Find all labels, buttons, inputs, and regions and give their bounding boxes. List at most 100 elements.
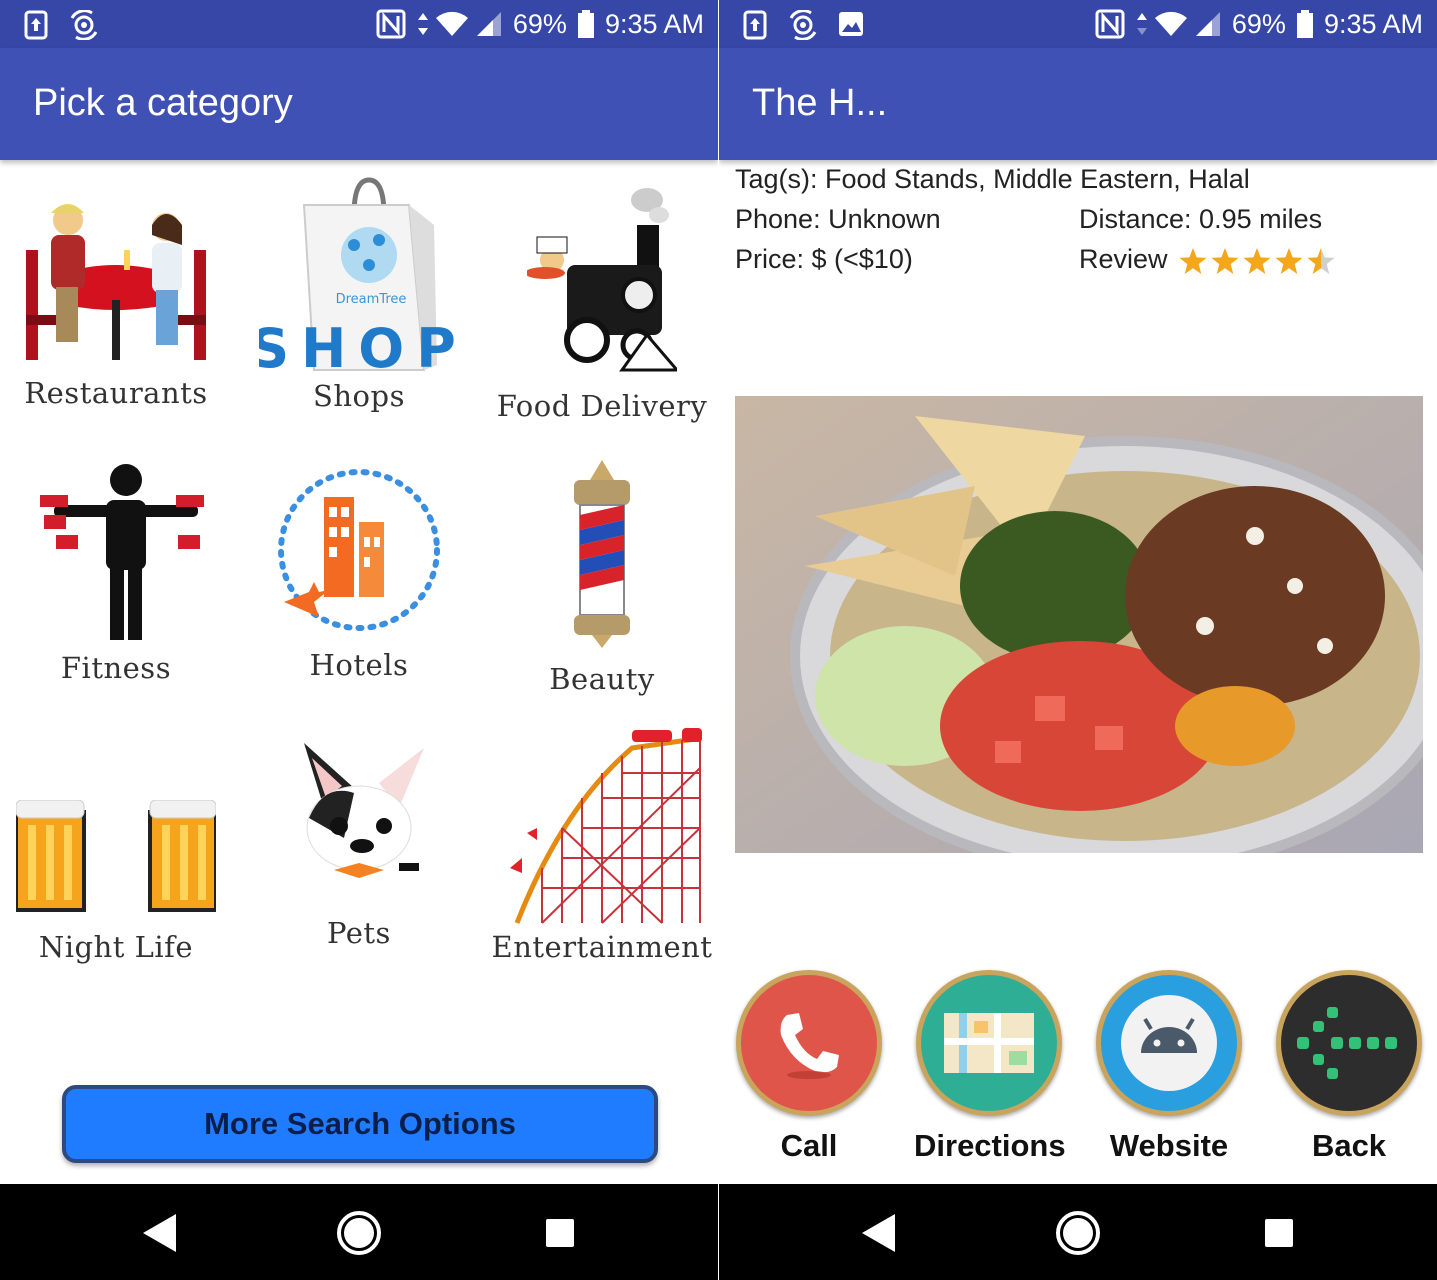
call-button[interactable]: Call [734,970,884,1164]
nfc-icon [1095,9,1125,39]
star-icon [1243,248,1271,274]
website-button[interactable]: Website [1094,970,1244,1164]
review-label: Review [1079,244,1168,274]
tags-text: Tag(s): Food Stands, Middle Eastern, Hal… [735,164,1250,194]
data-arrows-icon [417,13,428,35]
navigation-bar [719,1184,1437,1280]
directions-circle[interactable] [916,970,1062,1116]
hotel-building-icon [278,469,440,631]
wifi-icon [435,11,468,37]
android-icon [1121,995,1217,1091]
back-circle[interactable] [1276,970,1422,1116]
category-label: Fitness [60,651,172,685]
app-bar: The H... [719,48,1437,160]
screen-mirror-icon [743,10,767,40]
website-circle[interactable] [1096,970,1242,1116]
svg-text:DreamTree: DreamTree [336,292,407,307]
barber-pole-icon [574,460,630,648]
back-button[interactable]: Back [1274,970,1424,1164]
category-pets[interactable]: Pets [244,738,474,950]
home-nav-button[interactable] [1053,1208,1103,1258]
page-title: The H... [752,82,888,124]
category-label: Hotels [309,648,409,682]
recents-square-icon [546,1219,574,1247]
map-icon [944,1013,1034,1073]
battery-icon [577,10,594,38]
sync-settings-icon [70,10,98,40]
shopping-bag-icon: DreamTree SHOP [259,177,459,375]
status-bar: 69% 9:35 AM [719,0,1437,48]
clock: 9:35 AM [1323,8,1423,39]
food-bowl-image [735,396,1423,853]
star-icon [1179,248,1207,274]
category-label: Entertainment [491,930,713,964]
category-shops[interactable]: DreamTree SHOP Shops [244,175,474,413]
category-screen: 69% 9:35 AM Pick a category Restaurants [0,0,718,1280]
category-fitness[interactable]: Fitness [1,460,231,685]
phone-text: Phone: Unknown [735,204,941,234]
screen-mirror-icon [24,10,48,40]
action-label: Directions [914,1128,1066,1163]
restaurant-couple-icon [26,204,206,360]
navigation-bar [0,1184,718,1280]
clock: 9:35 AM [604,8,704,39]
price-text: Price: $ (<$10) [735,244,913,274]
back-arrow-icon [1297,1007,1397,1079]
cell-signal-icon [1195,12,1220,36]
category-entertainment[interactable]: Entertainment [487,728,717,964]
home-nav-button[interactable] [334,1208,384,1258]
beer-mugs-icon [16,800,216,912]
directions-button[interactable]: Directions [914,970,1066,1164]
category-label: Night Life [38,930,194,964]
business-photo [735,396,1423,853]
category-label: Shops [313,379,405,413]
page-title: Pick a category [33,82,293,124]
star-icon [1275,248,1303,274]
battery-percent: 69% [512,8,567,39]
category-label: Pets [327,916,391,950]
action-label: Website [1109,1128,1229,1163]
battery-percent: 69% [1231,8,1286,39]
weightlifter-icon [40,464,204,640]
wifi-icon [1154,11,1187,37]
image-icon [839,12,863,36]
app-bar: Pick a category [0,48,718,160]
category-food-delivery[interactable]: Food Delivery [487,185,717,423]
rating-stars [1178,247,1336,275]
recents-nav-button[interactable] [1254,1208,1304,1258]
back-triangle-icon [862,1214,895,1252]
train-delivery-icon [527,188,677,372]
nfc-icon [376,9,406,39]
action-label: Back [1311,1128,1387,1163]
battery-icon [1296,10,1313,38]
dog-icon [304,743,424,878]
status-bar: 69% 9:35 AM [0,0,718,48]
sync-settings-icon [789,10,817,40]
home-circle-icon [1056,1211,1100,1255]
phone-icon [780,1013,839,1079]
category-night-life[interactable]: Night Life [1,800,231,964]
category-label: Food Delivery [496,389,708,423]
star-icon [1211,248,1239,274]
roller-coaster-icon [510,728,702,924]
business-detail-screen: 69% 9:35 AM The H... Tag(s): Food Stands… [719,0,1437,1280]
home-circle-icon [337,1211,381,1255]
category-beauty[interactable]: Beauty [487,460,717,696]
action-label: Call [780,1128,838,1163]
data-arrows-icon [1136,13,1147,35]
distance-text: Distance: 0.95 miles [1079,204,1323,234]
category-hotels[interactable]: Hotels [244,462,474,682]
category-label: Beauty [549,662,655,696]
star-icon [1307,248,1335,274]
category-label: Restaurants [24,376,208,410]
back-nav-button[interactable] [135,1208,185,1258]
back-nav-button[interactable] [854,1208,904,1258]
svg-text:SHOP: SHOP [259,317,459,375]
back-triangle-icon [143,1214,176,1252]
cell-signal-icon [476,12,501,36]
call-circle[interactable] [736,970,882,1116]
recents-nav-button[interactable] [535,1208,585,1258]
category-restaurants[interactable]: Restaurants [1,195,231,410]
more-search-options-button[interactable]: More Search Options [62,1085,658,1163]
recents-square-icon [1265,1219,1293,1247]
